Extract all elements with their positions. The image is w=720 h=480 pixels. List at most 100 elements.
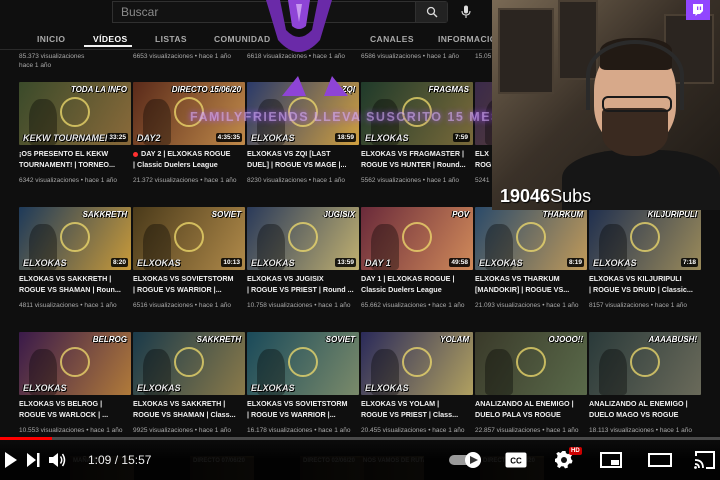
- volume-button[interactable]: [46, 448, 70, 472]
- tab-videos[interactable]: VÍDEOS: [93, 34, 128, 44]
- video-title[interactable]: ELXOKAS VS ZQI [LAST DUEL] | ROGUE VS MAG…: [247, 148, 361, 170]
- video-title[interactable]: DAY 1 | ELXOKAS ROGUE | Classic Duelers L…: [361, 273, 475, 295]
- voice-search-button[interactable]: [456, 2, 476, 22]
- video-title[interactable]: ELXOKAS VS JUGISIX | ROGUE VS PRIEST | Ro…: [247, 273, 361, 295]
- subtitles-button[interactable]: CC: [504, 448, 528, 472]
- tab-listas[interactable]: LISTAS: [155, 34, 187, 44]
- video-title-line2: DUELO MAGO VS ROGUE: [589, 410, 679, 419]
- autoplay-toggle-icon: [449, 452, 481, 468]
- video-thumbnail[interactable]: KILJURIPULI ELXOKAS 7:18: [589, 207, 701, 270]
- video-thumbnail[interactable]: AAAABUSH!: [589, 332, 701, 395]
- wall-panel: [498, 8, 554, 94]
- play-icon: [5, 452, 17, 468]
- thumbnail-caption: YOLAM: [440, 335, 469, 344]
- tab-inicio[interactable]: INICIO: [37, 34, 65, 44]
- video-age: hace 1 año: [432, 302, 465, 309]
- cast-button[interactable]: [692, 448, 718, 472]
- video-title[interactable]: ELXOKAS VS THARKUM [MANDOKIR] | ROGUE VS.…: [475, 273, 589, 295]
- video-meta: 6586 visualizaciones • hace 1 año: [361, 53, 460, 60]
- theater-icon: [648, 453, 672, 467]
- video-title[interactable]: ANALIZANDO AL ENEMIGO | DUELO MAGO VS ROG…: [589, 398, 703, 420]
- thumbnail-subcaption: ELXOKAS: [137, 383, 181, 393]
- video-meta: 65.662 visualizaciones • hace 1 año: [361, 302, 465, 309]
- video-thumbnail[interactable]: TODA LA INFO KEKW TOURNAMENT 33:25: [19, 82, 131, 145]
- thumbnail-caption: TODA LA INFO: [70, 85, 127, 94]
- thumbnail-emblem: [288, 346, 318, 377]
- video-views: 5562 visualizaciones: [361, 177, 421, 184]
- video-title[interactable]: DAY 2 | ELXOKAS ROGUE | Classic Duelers L…: [133, 148, 247, 170]
- thumbnail-emblem: [516, 221, 546, 252]
- video-meta: 21.093 visualizaciones • hace 1 año: [475, 302, 579, 309]
- video-age: hace 1 año: [84, 302, 117, 309]
- video-views: 8230 visualizaciones: [247, 177, 307, 184]
- thumbnail-character: [599, 349, 627, 395]
- thumbnail-emblem: [60, 96, 90, 127]
- next-icon: [27, 453, 40, 467]
- video-duration: 7:59: [452, 133, 470, 142]
- thumbnail-subcaption: ELXOKAS: [251, 133, 295, 143]
- video-thumbnail[interactable]: YOLAM ELXOKAS: [361, 332, 473, 395]
- subscriber-word: Subs: [550, 186, 592, 206]
- twitch-badge: [686, 0, 710, 20]
- autoplay-toggle[interactable]: [448, 448, 488, 472]
- video-title-line1: ELXOKAS VS THARKUM: [475, 274, 560, 283]
- video-thumbnail[interactable]: BELROG ELXOKAS: [19, 332, 131, 395]
- video-age: hace 1 año: [546, 302, 579, 309]
- video-title-line1: ¡OS PRESENTO EL KEKW: [19, 149, 109, 158]
- video-views: 6342 visualizaciones: [19, 177, 79, 184]
- miniplayer-icon: [600, 452, 622, 468]
- thumbnail-emblem: [288, 221, 318, 252]
- thumbnail-character: [485, 349, 513, 395]
- video-title[interactable]: ELXOKAS VS BELROG | ROGUE VS WARLOCK | ..…: [19, 398, 133, 420]
- video-title[interactable]: ELXOKAS VS KILJURIPULI | ROGUE VS DRUID |…: [589, 273, 703, 295]
- video-title-line2: | ROGUE VS PRIEST | Round ...: [247, 285, 354, 294]
- thumbnail-caption: THARKUM: [542, 210, 583, 219]
- video-title-line2: DUELO PALA VS ROGUE: [475, 410, 561, 419]
- play-button[interactable]: [0, 448, 22, 472]
- video-duration: 4:35:35: [215, 133, 242, 142]
- thumbnail-caption: SOVIET: [211, 210, 241, 219]
- theater-mode-button[interactable]: [646, 448, 674, 472]
- video-thumbnail[interactable]: SOVIET ELXOKAS: [247, 332, 359, 395]
- video-title[interactable]: ELXOKAS VS SAKKRETH | ROGUE VS SHAMAN | C…: [133, 398, 247, 420]
- video-title[interactable]: ELXOKAS VS SAKKRETH | ROGUE VS SHAMAN | R…: [19, 273, 133, 295]
- video-title-line2: ROGUE VS SHAMAN | Roun...: [19, 285, 121, 294]
- thumbnail-subcaption: ELXOKAS: [251, 383, 295, 393]
- video-title-line2: ROGUE VS PRIEST | Class...: [361, 410, 459, 419]
- video-title-line1: ANALIZANDO AL ENEMIGO |: [589, 399, 688, 408]
- video-title[interactable]: ELXOKAS VS YOLAM | ROGUE VS PRIEST | Clas…: [361, 398, 475, 420]
- video-title-line1: ELXOKAS VS ZQI [LAST: [247, 149, 331, 158]
- video-age: hace 1 año: [312, 177, 346, 184]
- thumbnail-emblem: [60, 346, 90, 377]
- thumbnail-subcaption: DAY2: [137, 133, 161, 143]
- video-title[interactable]: ANALIZANDO AL ENEMIGO | DUELO PALA VS ROG…: [475, 398, 589, 420]
- video-thumbnail[interactable]: SOVIET ELXOKAS 10:13: [133, 207, 245, 270]
- video-title[interactable]: ¡OS PRESENTO EL KEKW TOURNAMENT! | TORNEO…: [19, 148, 133, 170]
- video-thumbnail[interactable]: POV DAY 1 49:58: [361, 207, 473, 270]
- current-time: 1:09: [88, 453, 112, 467]
- video-title-line2: ROGUE VS HUNTER | Round...: [361, 160, 466, 169]
- next-button[interactable]: [20, 448, 46, 472]
- thumbnail-caption: BELROG: [92, 335, 127, 344]
- tab-canales[interactable]: CANALES: [370, 34, 414, 44]
- video-title-line1: ELXOKAS VS SAKKRETH |: [133, 399, 226, 408]
- video-title[interactable]: ELXOKAS VS SOVIETSTORM | ROGUE VS WARRIOR…: [133, 273, 247, 295]
- thumbnail-caption: SOVIET: [325, 335, 355, 344]
- video-title[interactable]: ELXOKAS VS FRAGMASTER | ROGUE VS HUNTER |…: [361, 148, 475, 170]
- video-title[interactable]: ELXOKAS VS SOVIETSTORM | ROGUE VS WARRIOR…: [247, 398, 361, 420]
- live-dot-icon: [133, 151, 138, 157]
- active-tab-indicator: [84, 45, 132, 47]
- progress-bar[interactable]: [0, 437, 720, 440]
- video-thumbnail[interactable]: SAKKRETH ELXOKAS: [133, 332, 245, 395]
- search-button[interactable]: [415, 2, 447, 22]
- video-title-line1: ELXOKAS VS SOVIETSTORM: [133, 274, 234, 283]
- video-thumbnail[interactable]: THARKUM ELXOKAS 8:19: [475, 207, 587, 270]
- miniplayer-button[interactable]: [598, 448, 624, 472]
- search-icon: [426, 6, 437, 18]
- video-thumbnail[interactable]: JUGISIX ELXOKAS 13:59: [247, 207, 359, 270]
- video-views: 6653 visualizaciones: [133, 53, 193, 60]
- video-thumbnail[interactable]: OJOOO!!: [475, 332, 587, 395]
- thumbnail-emblem: [174, 346, 204, 377]
- video-thumbnail[interactable]: SAKKRETH ELXOKAS 8:20: [19, 207, 131, 270]
- video-age: hace 1 año: [198, 53, 232, 60]
